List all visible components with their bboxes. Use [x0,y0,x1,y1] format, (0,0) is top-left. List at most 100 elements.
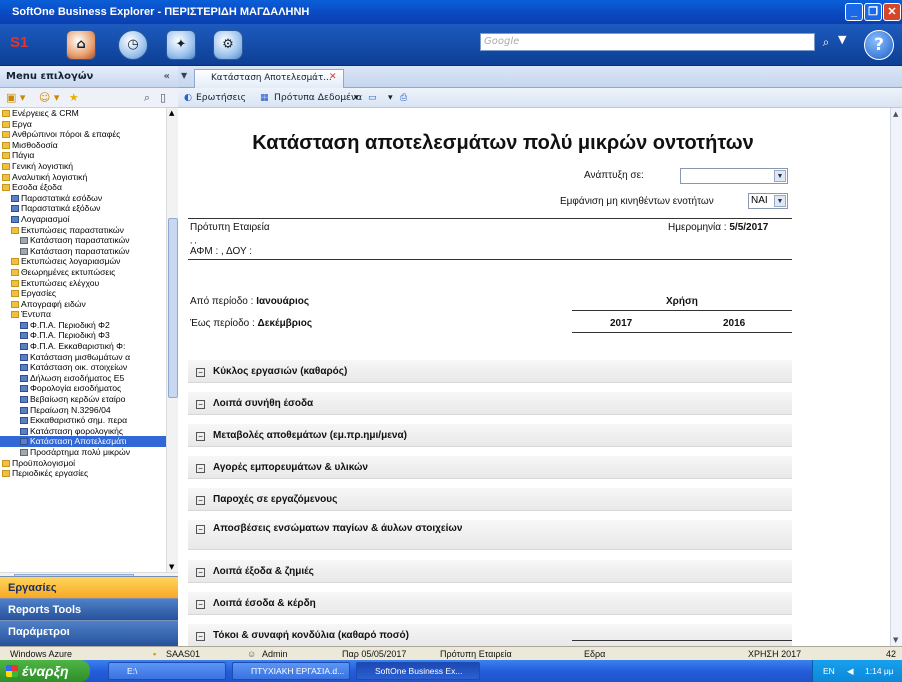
tree-item[interactable]: Έντυπα [0,309,166,320]
report-section-row[interactable]: − Λοιπά έξοδα & ζημιές [188,560,792,583]
scroll-down-icon[interactable]: ▼ [893,636,898,644]
tree-item[interactable]: Απογραφή ειδών [0,299,166,310]
report-section-row[interactable]: − Μεταβολές αποθεμάτων (εμ.πρ.ημι/μενα) [188,424,792,447]
minimize-button[interactable]: _ [845,3,863,21]
tree-item[interactable]: Κατάσταση Αποτελεσμάτι [0,436,166,447]
view-icon[interactable]: ▭ [368,88,377,108]
tree-item[interactable]: Ανθρώπινοι πόροι & επαφές [0,129,166,140]
tree-item[interactable]: Λογαριασμοί [0,214,166,225]
tree-item[interactable]: Αναλυτική λογιστική [0,172,166,183]
search-icon[interactable]: ⌕ [817,33,835,51]
collapse-icon[interactable]: − [196,464,205,473]
globe-icon[interactable]: ✦ [166,30,196,60]
report-section-row[interactable]: − Αποσβέσεις ενσώματων παγίων & άυλων στο… [188,520,792,550]
collapse-icon[interactable]: − [196,600,205,609]
tree-item[interactable]: Εκτυπώσεις ελέγχου [0,278,166,289]
tab-report[interactable]: Κατάσταση Αποτελεσμάτ... ✕ [194,69,344,88]
print-icon[interactable]: ⎙ [400,88,407,108]
task-word[interactable]: ΠΤΥΧΙΑΚΗ ΕΡΓΑΣΙΑ.d... [232,662,350,680]
menu-vertical-scrollbar[interactable]: ▲ ▼ [166,108,178,572]
settings-icon[interactable]: ⚙ [213,30,243,60]
show-inactive-select[interactable]: ΝΑΙ ▼ [748,193,788,209]
report-scrollbar[interactable]: ▲ ▼ [890,108,902,646]
report-section-row[interactable]: − Παροχές σε εργαζόμενους [188,488,792,511]
scroll-down-icon[interactable]: ▼ [169,563,174,571]
tree-item[interactable]: Εργασίες [0,288,166,299]
view-dropdown-icon[interactable]: ▾ [388,88,393,108]
tree-item[interactable]: Περαίωση Ν.3296/04 [0,405,166,416]
tree-item[interactable]: Δήλωση εισοδήματος Ε5 [0,373,166,384]
tree-item[interactable]: Φορολογία εισοδήματος [0,383,166,394]
search-input[interactable]: Google [480,33,815,51]
tree-item[interactable]: Εκτυπώσεις παραστατικών [0,225,166,236]
close-button[interactable]: ✕ [883,3,901,21]
tree-item[interactable]: Κατάσταση φορολογικής [0,426,166,437]
tree-item[interactable]: Παραστατικά εξόδων [0,203,166,214]
find-icon[interactable]: ⌕ [144,88,150,108]
maximize-button[interactable]: ❐ [864,3,882,21]
nav-ergasies[interactable]: Εργασίες [0,576,178,598]
start-button[interactable]: έναρξη [0,660,90,682]
collapse-icon[interactable]: − [196,568,205,577]
collapse-icon[interactable]: − [196,632,205,641]
user-icon[interactable]: ☺ ▾ [39,91,60,104]
chevron-down-icon[interactable]: ▼ [774,195,786,207]
collapse-icon[interactable]: − [196,432,205,441]
tree-item[interactable]: Κατάσταση παραστατικών [0,246,166,257]
clock-icon[interactable]: ◷ [118,30,148,60]
report-section-row[interactable]: − Λοιπά συνήθη έσοδα [188,392,792,415]
nav-parametroi[interactable]: Παράμετροι [0,620,178,646]
task-softone[interactable]: SoftOne Business Ex... [356,662,480,680]
scroll-up-icon[interactable]: ▲ [893,110,898,118]
tree-item[interactable]: Κατάσταση παραστατικών [0,235,166,246]
tab-menu-icon[interactable]: ▼ [181,71,187,80]
tree-item[interactable]: Κατάσταση οικ. στοιχείων [0,362,166,373]
tree-item[interactable]: Εκτυπώσεις λογαριασμών [0,256,166,267]
templates-button[interactable]: Πρότυπα Δεδομένα [274,88,362,108]
report-section-row[interactable]: − Τόκοι & συναφή κονδύλια (καθαρό ποσό) [188,624,792,646]
help-icon[interactable]: ? [864,30,894,60]
home-icon[interactable]: ⌂ [66,30,96,60]
collapse-icon[interactable]: − [196,400,205,409]
collapse-icon[interactable]: − [196,368,205,377]
nav-reports-tools[interactable]: Reports Tools [0,598,178,620]
language-indicator[interactable]: EN [823,660,835,682]
tree-item[interactable]: Θεωρημένες εκτυπώσεις [0,267,166,278]
tab-close-icon[interactable]: ✕ [329,72,339,82]
tree-item[interactable]: Γενική λογιστική [0,161,166,172]
s1-logo[interactable]: S1 [10,34,46,56]
tree-item[interactable]: Εργα [0,119,166,130]
tree-item[interactable]: Βεβαίωση κερδών εταίρο [0,394,166,405]
tree-item[interactable]: Μισθοδοσία [0,140,166,151]
tree-item[interactable]: Προσάρτημα πολύ μικρών [0,447,166,458]
analysis-select[interactable]: ▼ [680,168,788,184]
favorites-icon[interactable]: ★ [69,91,79,104]
collapse-icon[interactable]: − [196,496,205,505]
tree-item[interactable]: Εσοδα έξοδα [0,182,166,193]
queries-icon[interactable]: ◐ [184,88,192,108]
tree-item[interactable]: Φ.Π.Α. Εκκαθαριστική Φ: [0,341,166,352]
tree-item[interactable]: Ενέργειες & CRM [0,108,166,119]
tree-item[interactable]: Πάγια [0,150,166,161]
scroll-thumb[interactable] [168,218,178,398]
window-titlebar[interactable]: SoftOne Business Explorer - ΠΕΡΙΣΤΕΡΙΔΗ … [0,0,902,24]
collapse-icon[interactable]: « [164,66,170,88]
search-options-icon[interactable]: ▼ [838,33,846,46]
tool-icon[interactable]: ▣ ▾ [6,91,25,104]
tree-item[interactable]: Φ.Π.Α. Περιοδική Φ3 [0,330,166,341]
tree-item[interactable]: Παραστατικά εσόδων [0,193,166,204]
menu-tree[interactable]: Ενέργειες & CRM Εργα Ανθρώπινοι πόροι & επ… [0,108,166,572]
tree-item[interactable]: Κατάσταση μισθωμάτων α [0,352,166,363]
tree-item[interactable]: Προϋπολογισμοί [0,458,166,469]
tree-item[interactable]: Φ.Π.Α. Περιοδική Φ2 [0,320,166,331]
report-section-row[interactable]: − Λοιπά έσοδα & κέρδη [188,592,792,615]
report-section-row[interactable]: − Αγορές εμπορευμάτων & υλικών [188,456,792,479]
chevron-down-icon[interactable]: ▼ [774,170,786,182]
templates-dropdown-icon[interactable]: ▾ [354,88,359,108]
queries-button[interactable]: Ερωτήσεις [196,88,246,108]
pin-icon[interactable]: ▯ [160,88,166,108]
collapse-icon[interactable]: − [196,525,205,534]
report-section-row[interactable]: − Κύκλος εργασιών (καθαρός) [188,360,792,383]
templates-icon[interactable]: ▦ [260,88,269,108]
tree-item[interactable]: Εκκαθαριστικό σημ. περα [0,415,166,426]
